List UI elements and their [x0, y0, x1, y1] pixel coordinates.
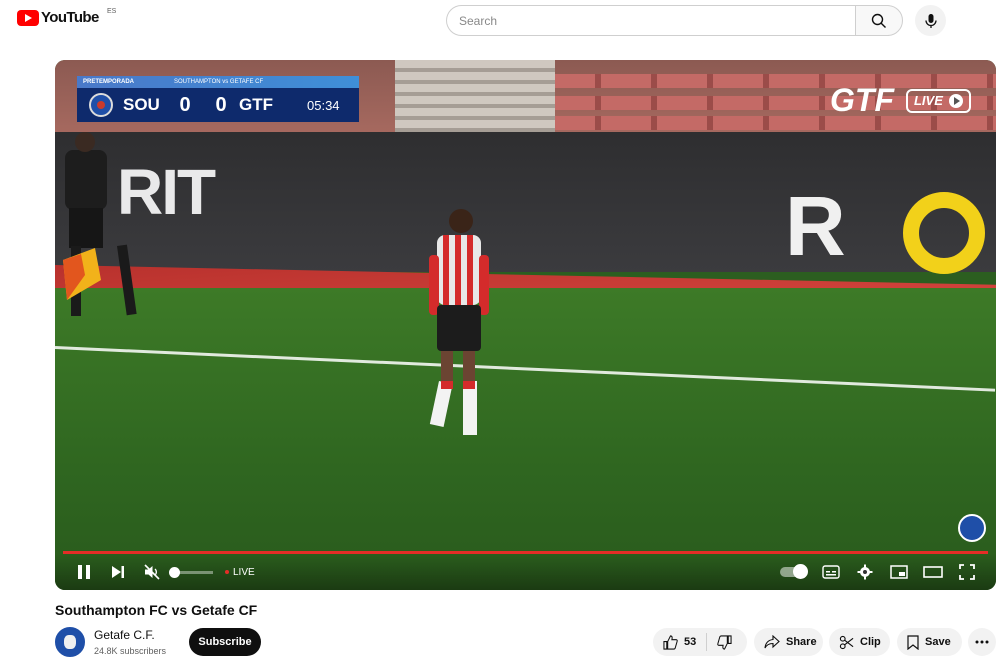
settings-gear-icon [857, 564, 873, 580]
broadcast-live-pill: LIVE [905, 88, 971, 113]
scorebug-header: PRETEMPORADA SOUTHAMPTON vs GETAFE CF [77, 76, 359, 88]
settings-button[interactable] [848, 555, 882, 589]
watermark-crest-icon [958, 514, 986, 542]
save-button[interactable]: Save [897, 628, 962, 656]
live-dot-icon [225, 570, 229, 574]
youtube-watch-page: YouTube ES RIT R [0, 0, 1000, 665]
fullscreen-icon [959, 564, 975, 580]
fullscreen-button[interactable] [950, 555, 984, 589]
match-label: SOUTHAMPTON vs GETAFE CF [174, 79, 264, 85]
search-bar [446, 5, 903, 36]
live-indicator[interactable]: LIVE [225, 567, 255, 578]
search-input[interactable] [446, 5, 855, 36]
board-text-right: R [785, 179, 846, 273]
autoplay-knob [793, 564, 808, 579]
thumbs-down-icon [717, 634, 732, 650]
like-dislike-group: 53 [653, 628, 747, 656]
channel-avatar[interactable] [55, 627, 85, 657]
board-logo-ring [903, 192, 985, 274]
share-icon [764, 635, 780, 649]
player-controls: LIVE [55, 554, 996, 590]
dislike-button[interactable] [707, 628, 742, 656]
subtitles-icon [822, 565, 840, 579]
away-team: GTF [239, 95, 273, 114]
more-actions-button[interactable] [968, 628, 996, 656]
pause-icon [78, 565, 90, 579]
theater-mode-button[interactable] [916, 555, 950, 589]
logo-text: YouTube [41, 9, 99, 26]
broadcast-live-bug: GTF LIVE [830, 82, 971, 119]
more-horizontal-icon [975, 640, 989, 644]
clip-label: Clip [860, 636, 881, 648]
theater-icon [923, 566, 943, 578]
next-button[interactable] [101, 555, 135, 589]
assistant-referee-figure [63, 132, 137, 316]
broadcast-live-label: LIVE [913, 93, 943, 108]
country-code: ES [107, 8, 117, 15]
scorebug: PRETEMPORADA SOUTHAMPTON vs GETAFE CF SO… [77, 76, 359, 122]
bookmark-icon [907, 634, 919, 650]
scissors-icon [839, 635, 854, 649]
away-score: 0 [215, 93, 227, 116]
save-label: Save [925, 636, 951, 648]
home-score: 0 [179, 93, 191, 116]
controls-right [780, 555, 984, 589]
youtube-play-icon [17, 9, 39, 26]
search-icon [871, 13, 886, 28]
subtitles-button[interactable] [814, 555, 848, 589]
share-label: Share [786, 636, 817, 648]
mute-button[interactable] [135, 555, 169, 589]
getafe-crest-icon [89, 93, 113, 117]
channel-name[interactable]: Getafe C.F. [94, 628, 155, 642]
match-clock: 05:34 [307, 97, 340, 113]
competition-label: PRETEMPORADA [83, 79, 135, 85]
broadcast-logo: GTF [830, 82, 894, 118]
thumbs-up-icon [663, 634, 678, 650]
like-button[interactable]: 53 [653, 628, 706, 656]
scorebug-main: SOU 0 0 GTF 05:34 [77, 88, 359, 122]
youtube-logo[interactable]: YouTube ES [17, 8, 116, 26]
mute-icon [144, 564, 160, 580]
footballer-figure [429, 209, 489, 435]
next-icon [112, 566, 124, 578]
voice-search-button[interactable] [915, 5, 946, 36]
miniplayer-button[interactable] [882, 555, 916, 589]
video-frame: RIT R PRETEMPORADA SOUTHAMPTON vs GETAFE… [55, 60, 996, 590]
clip-button[interactable]: Clip [829, 628, 890, 656]
home-team: SOU [123, 95, 160, 114]
live-label: LIVE [233, 566, 255, 578]
video-title: Southampton FC vs Getafe CF [55, 602, 258, 618]
video-player[interactable]: RIT R PRETEMPORADA SOUTHAMPTON vs GETAFE… [55, 60, 996, 590]
pitch [55, 288, 996, 590]
search-button[interactable] [855, 5, 903, 36]
like-count: 53 [684, 636, 697, 648]
microphone-icon [924, 13, 937, 28]
volume-slider-handle[interactable] [169, 566, 180, 578]
stadium-steps [395, 60, 555, 134]
subscribe-button[interactable]: Subscribe [189, 628, 261, 656]
autoplay-toggle[interactable] [780, 564, 808, 579]
pause-button[interactable] [67, 555, 101, 589]
volume-slider[interactable] [169, 566, 213, 578]
subscriber-count: 24.8K subscribers [94, 646, 167, 656]
miniplayer-icon [890, 565, 908, 579]
play-circle-icon [948, 93, 963, 108]
share-button[interactable]: Share [754, 628, 823, 656]
